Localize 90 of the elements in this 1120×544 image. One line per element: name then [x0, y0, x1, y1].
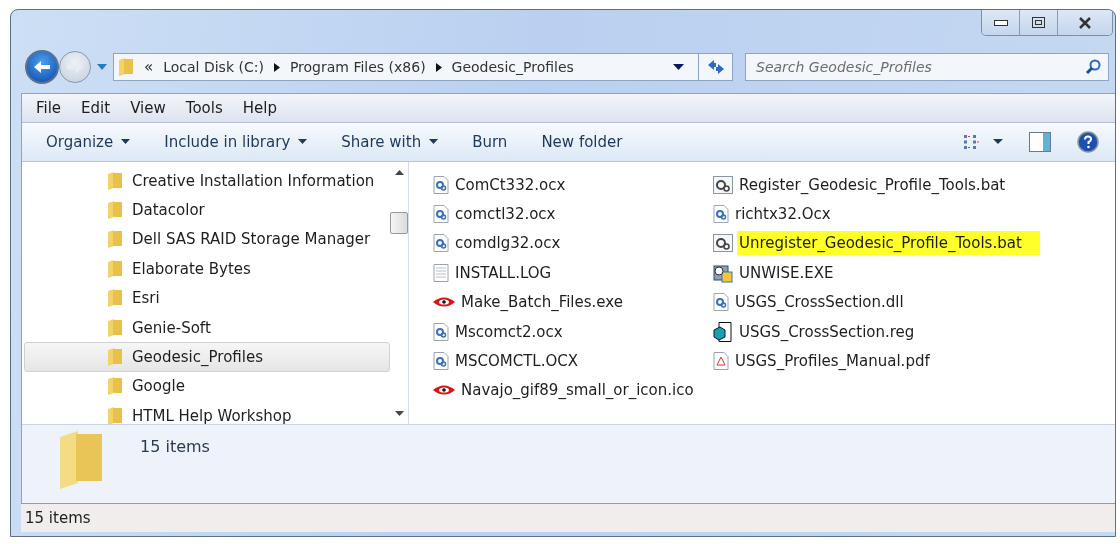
folder-tree-item[interactable]: Esri: [24, 283, 390, 313]
folder-icon: [107, 347, 123, 366]
toolbar-button[interactable]: Organize: [36, 128, 141, 155]
settings-file-icon: [433, 351, 449, 370]
file-name[interactable]: USGS_CrossSection.dll: [733, 292, 906, 313]
settings-file-icon: [713, 293, 729, 312]
help-icon[interactable]: [1077, 130, 1099, 153]
back-arrow-icon: [32, 59, 52, 76]
minimize-icon: [993, 19, 1008, 26]
folder-icon: [118, 58, 134, 77]
registry-file-icon: [713, 321, 733, 342]
file-name[interactable]: comctl32.ocx: [453, 203, 558, 224]
gear-window-icon: [713, 175, 733, 194]
folder-icon: [107, 230, 123, 249]
folder-tree-item[interactable]: Datacolor: [24, 195, 390, 225]
settings-file-icon: [433, 175, 449, 194]
folder-tree-item[interactable]: Google: [24, 371, 390, 401]
text-file-icon: [433, 263, 449, 282]
file-name[interactable]: INSTALL.LOG: [453, 262, 554, 283]
settings-file-icon: [433, 204, 449, 223]
chevron-right-icon[interactable]: [273, 62, 280, 72]
toolbar-button[interactable]: Include in library: [154, 128, 318, 155]
scroll-down-arrow-icon[interactable]: [394, 410, 404, 416]
menu-item[interactable]: Help: [242, 98, 277, 117]
menu-item[interactable]: View: [130, 98, 166, 117]
file-name[interactable]: USGS_Profiles_Manual.pdf: [733, 350, 932, 371]
eye-icon: [433, 296, 455, 309]
gear-window-icon: [713, 234, 733, 253]
folder-tree-item[interactable]: Creative Installation Information: [24, 165, 390, 196]
close-icon: [1078, 16, 1092, 29]
folder-tree-item[interactable]: Dell SAS RAID Storage Manager: [24, 224, 390, 255]
file-name[interactable]: Mscomct2.ocx: [453, 321, 565, 342]
toolbar-button[interactable]: New folder: [531, 128, 633, 155]
settings-file-icon: [433, 322, 449, 341]
breadcrumb-item[interactable]: Geodesic_Profiles: [451, 59, 574, 76]
settings-file-icon: [713, 204, 729, 223]
menu-item[interactable]: Tools: [185, 98, 223, 117]
file-name[interactable]: MSCOMCTL.OCX: [453, 350, 580, 371]
item-count: 15 items: [140, 436, 210, 456]
file-name[interactable]: ComCt332.ocx: [453, 174, 568, 195]
folder-icon: [107, 406, 123, 424]
search-icon: [1085, 59, 1101, 76]
folder-icon: [107, 259, 123, 278]
close-button[interactable]: [1058, 10, 1112, 35]
view-options-icon[interactable]: [963, 132, 981, 151]
address-bar[interactable]: « Local Disk (C:) Program Files (x86) Geodesic_Profiles: [113, 53, 733, 82]
preview-pane-icon[interactable]: [1029, 131, 1051, 152]
breadcrumb-item[interactable]: Local Disk (C:): [163, 59, 264, 76]
caret-icon[interactable]: [993, 139, 1003, 145]
caret-icon: [429, 139, 439, 145]
scrollbar-thumb[interactable]: [390, 211, 408, 234]
toolbar-button[interactable]: Share with: [331, 128, 449, 155]
file-name[interactable]: UNWISE.EXE: [737, 262, 836, 283]
file-name[interactable]: Navajo_gif89_small_or_icon.ico: [459, 380, 696, 401]
folder-tree-item[interactable]: Elaborate Bytes: [24, 254, 390, 284]
toolbar-button[interactable]: Burn: [462, 128, 518, 155]
maximize-icon: [1032, 17, 1045, 28]
folder-icon: [107, 200, 123, 219]
menu-item[interactable]: File: [36, 98, 62, 117]
maximize-button[interactable]: [1020, 10, 1058, 35]
chevron-right-icon[interactable]: [435, 62, 442, 72]
breadcrumb-item[interactable]: Program Files (x86): [289, 59, 426, 76]
file-name[interactable]: Unregister_Geodesic_Profile_Tools.bat: [737, 231, 1040, 256]
history-dropdown-icon[interactable]: [97, 64, 107, 71]
installer-icon: [713, 262, 733, 283]
file-name[interactable]: Make_Batch_Files.exe: [459, 292, 625, 313]
caret-icon: [298, 139, 308, 145]
folder-tree-item[interactable]: HTML Help Workshop: [24, 401, 390, 424]
file-name[interactable]: Register_Geodesic_Profile_Tools.bat: [737, 174, 1008, 195]
search-field[interactable]: Search Geodesic_Profiles: [745, 53, 1109, 82]
file-name[interactable]: richtx32.Ocx: [733, 203, 833, 224]
scroll-up-arrow-icon[interactable]: [394, 169, 404, 175]
minimize-button[interactable]: [982, 10, 1020, 35]
folder-icon: [107, 318, 123, 337]
eye-icon: [433, 384, 455, 397]
pdf-file-icon: [713, 351, 729, 370]
file-name[interactable]: comdlg32.ocx: [453, 233, 563, 254]
caret-icon: [121, 139, 131, 145]
settings-file-icon: [433, 234, 449, 253]
folder-icon: [107, 377, 123, 396]
dropdown-arrow-icon[interactable]: [673, 64, 684, 71]
folder-icon: [107, 171, 123, 190]
back-button[interactable]: [25, 50, 59, 85]
menu-item[interactable]: Edit: [81, 98, 111, 117]
folder-tree-item[interactable]: Genie-Soft: [24, 312, 390, 343]
folder-icon: [107, 289, 123, 308]
status-text: 15 items: [25, 508, 91, 527]
overflow-chevron[interactable]: «: [144, 58, 154, 77]
file-name[interactable]: USGS_CrossSection.reg: [737, 321, 917, 342]
folder-tree-item[interactable]: Geodesic_Profiles: [24, 342, 390, 372]
